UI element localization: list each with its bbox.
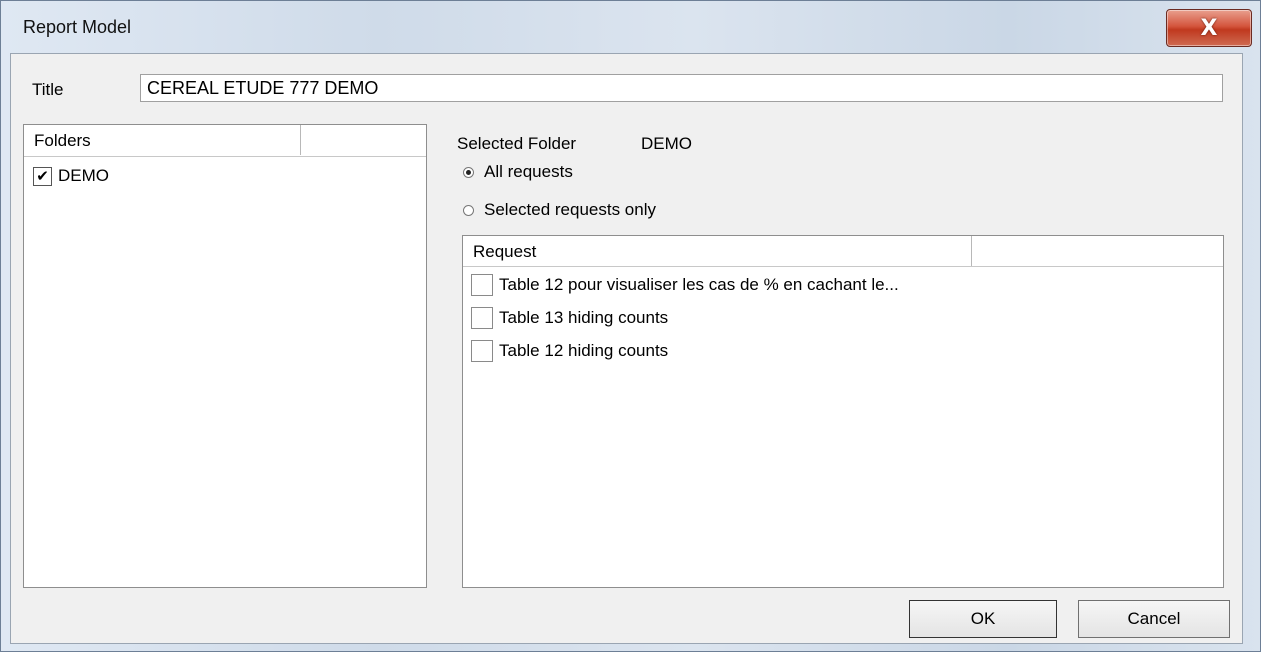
checkmark-icon: ✔: [36, 166, 49, 185]
request-item[interactable]: Table 12 pour visualiser les cas de % en…: [471, 274, 899, 296]
radio-selected-requests-label: Selected requests only: [484, 200, 656, 219]
request-item[interactable]: Table 13 hiding counts: [471, 307, 668, 329]
folders-column-header[interactable]: Folders: [24, 125, 301, 155]
folders-list[interactable]: Folders ✔ DEMO: [23, 124, 427, 588]
folder-checkbox[interactable]: ✔: [33, 166, 52, 186]
close-button[interactable]: X: [1166, 9, 1252, 47]
folder-item-label: DEMO: [58, 166, 109, 185]
radio-all-requests[interactable]: All requests: [463, 162, 573, 182]
radio-all-requests-label: All requests: [484, 162, 573, 181]
request-column-header[interactable]: Request: [463, 236, 972, 266]
folders-list-header: Folders: [24, 125, 426, 157]
radio-button-selected[interactable]: [463, 166, 474, 178]
report-model-dialog: Report Model X Title Folders ✔ DEMO Sele…: [0, 0, 1261, 652]
title-input[interactable]: [140, 74, 1223, 102]
requests-list[interactable]: Request Table 12 pour visualiser les cas…: [462, 235, 1224, 588]
request-checkbox[interactable]: [471, 340, 493, 362]
requests-empty-column-header[interactable]: [972, 236, 1222, 266]
ok-button[interactable]: OK: [909, 600, 1057, 638]
selected-folder-value: DEMO: [641, 134, 692, 153]
radio-button-unselected[interactable]: [463, 204, 474, 216]
title-bar[interactable]: Report Model X: [1, 1, 1260, 53]
radio-selected-requests-only[interactable]: Selected requests only: [463, 200, 656, 220]
folders-empty-column-header[interactable]: [301, 125, 405, 155]
requests-list-header: Request: [463, 236, 1223, 267]
close-icon: X: [1200, 15, 1218, 41]
cancel-button[interactable]: Cancel: [1078, 600, 1230, 638]
request-checkbox[interactable]: [471, 307, 493, 329]
request-item-label: Table 13 hiding counts: [499, 308, 669, 327]
title-label: Title: [32, 80, 64, 99]
request-item-label: Table 12 pour visualiser les cas de % en…: [499, 275, 899, 294]
folder-item-demo[interactable]: ✔ DEMO: [33, 166, 109, 186]
selected-folder-label: Selected Folder: [457, 134, 577, 153]
request-checkbox[interactable]: [471, 274, 493, 296]
request-item[interactable]: Table 12 hiding counts: [471, 340, 668, 362]
request-item-label: Table 12 hiding counts: [499, 341, 669, 360]
dialog-title: Report Model: [23, 17, 132, 37]
dialog-client-area: Title Folders ✔ DEMO Selected Folder DEM…: [10, 53, 1243, 644]
